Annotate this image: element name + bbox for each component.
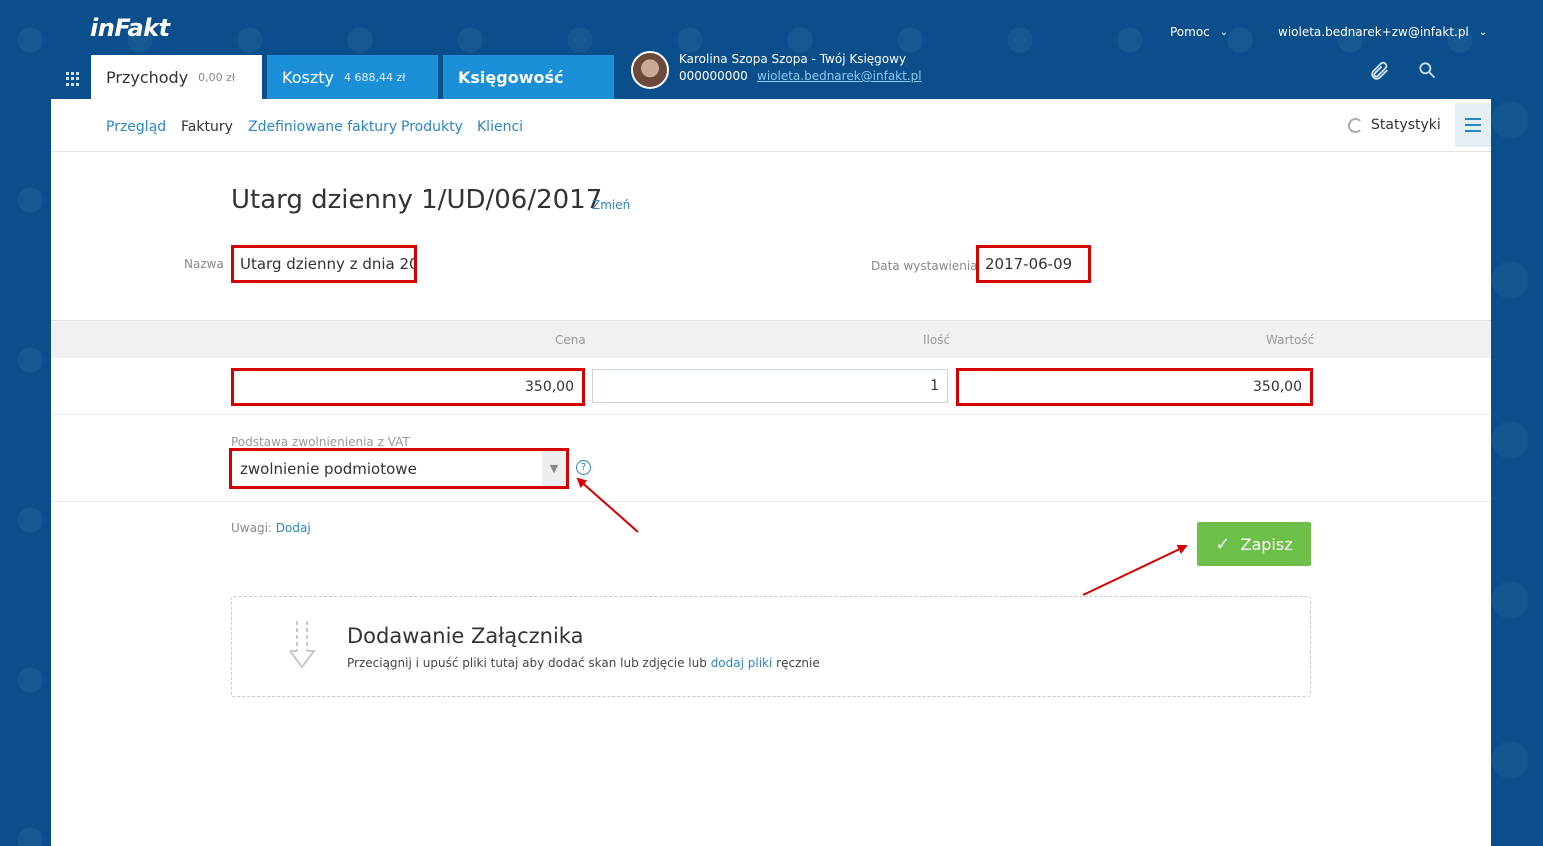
quantity-input[interactable]: 1 <box>592 369 948 403</box>
issue-date-input[interactable]: 2017-06-09 <box>976 245 1091 283</box>
divider <box>51 501 1491 502</box>
statistics-label: Statystyki <box>1371 117 1441 133</box>
subnav-item-clients[interactable]: Klienci <box>477 119 523 135</box>
attachment-text-after: ręcznie <box>776 656 820 670</box>
vat-exemption-value: zwolnienie podmiotowe <box>240 459 417 478</box>
main-panel: Przegląd Faktury Zdefiniowane faktury Pr… <box>51 99 1491 846</box>
notes-row: Uwagi: Dodaj <box>231 521 311 535</box>
subnav-item-defined-invoices[interactable]: Zdefiniowane faktury <box>248 119 397 135</box>
chevron-down-icon[interactable]: ▼ <box>542 451 566 486</box>
tab-label: Przychody <box>106 67 189 87</box>
tab-income[interactable]: Przychody 0,00 zł <box>91 55 262 99</box>
attachment-dropzone[interactable]: Dodawanie Załącznika Przeciągnij i upuść… <box>231 596 1311 697</box>
search-icon[interactable] <box>1417 60 1439 82</box>
accountant-email-link[interactable]: wioleta.bednarek@infakt.pl <box>757 69 922 83</box>
attachment-title: Dodawanie Załącznika <box>347 624 584 648</box>
value-input[interactable]: 350,00 <box>956 368 1313 406</box>
user-email: wioleta.bednarek+zw@infakt.pl <box>1278 25 1469 39</box>
paperclip-icon[interactable] <box>1368 60 1390 82</box>
divider <box>51 414 1491 415</box>
download-arrow-icon <box>289 621 316 669</box>
tab-label: Księgowość <box>458 67 564 87</box>
add-notes-link[interactable]: Dodaj <box>276 521 311 535</box>
avatar <box>631 51 669 89</box>
table-header: Cena Ilość Wartość <box>51 320 1491 358</box>
tab-amount: 4 688,44 zł <box>343 70 406 84</box>
help-menu[interactable]: Pomoc ⌄ <box>1170 25 1228 39</box>
statistics-link[interactable]: Statystyki <box>1348 117 1441 133</box>
column-header-price: Cena <box>555 333 586 347</box>
column-header-qty: Ilość <box>923 333 951 347</box>
price-input[interactable]: 350,00 <box>231 368 585 406</box>
accountant-name: Karolina Szopa Szopa - Twój Księgowy <box>679 52 907 66</box>
infakt-logo[interactable]: inFakt <box>90 14 170 42</box>
apps-grid-icon[interactable] <box>66 72 80 86</box>
chevron-down-icon: ⌄ <box>1478 26 1488 38</box>
tab-amount: 0,00 zł <box>198 70 236 84</box>
hamburger-menu-button[interactable] <box>1455 103 1491 147</box>
notes-label: Uwagi: <box>231 521 272 535</box>
add-files-link[interactable]: dodaj pliki <box>711 656 773 670</box>
subnav-item-invoices[interactable]: Faktury <box>181 119 233 135</box>
tab-costs[interactable]: Koszty 4 688,44 zł <box>267 55 438 99</box>
tab-accounting[interactable]: Księgowość <box>443 55 614 99</box>
tab-label: Koszty <box>282 67 334 87</box>
page-title: Utarg dzienny 1/UD/06/2017 <box>231 185 603 215</box>
attachment-text-before: Przeciągnij i upuść pliki tutaj aby doda… <box>347 656 707 670</box>
name-label: Nazwa <box>184 257 224 271</box>
subnav-item-products[interactable]: Produkty <box>401 119 463 135</box>
save-button[interactable]: ✓ Zapisz <box>1197 522 1311 566</box>
user-menu[interactable]: wioleta.bednarek+zw@infakt.pl ⌄ <box>1278 25 1487 39</box>
column-header-value: Wartość <box>1266 333 1315 347</box>
subnav-item-overview[interactable]: Przegląd <box>106 119 166 135</box>
sub-navigation: Przegląd Faktury Zdefiniowane faktury Pr… <box>51 99 1491 152</box>
attachment-instructions: Przeciągnij i upuść pliki tutaj aby doda… <box>347 656 820 670</box>
save-label: Zapisz <box>1240 534 1293 554</box>
pie-chart-icon <box>1348 117 1363 133</box>
help-label: Pomoc <box>1170 25 1210 39</box>
vat-exemption-select[interactable]: zwolnienie podmiotowe ▼ <box>229 448 569 489</box>
vat-exemption-label: Podstawa zwolnienienia z VAT <box>231 435 410 449</box>
accountant-phone: 000000000 <box>679 69 748 83</box>
checkmark-icon: ✓ <box>1215 533 1231 555</box>
help-question-icon[interactable]: ? <box>576 460 591 475</box>
chevron-down-icon: ⌄ <box>1219 26 1229 38</box>
name-input[interactable]: Utarg dzienny z dnia 20 <box>231 245 417 283</box>
change-link[interactable]: Zmień <box>592 198 630 212</box>
issue-date-label: Data wystawienia <box>871 259 978 273</box>
